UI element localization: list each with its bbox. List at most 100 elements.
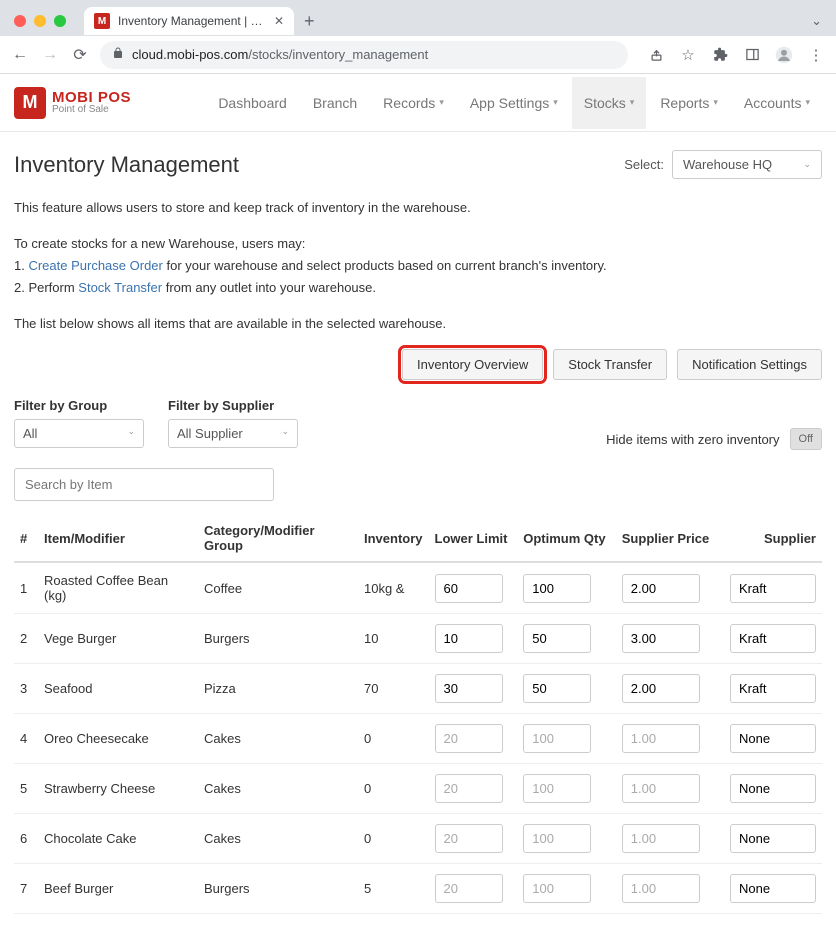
profile-icon[interactable]: [774, 45, 794, 65]
forward-button: →: [40, 45, 60, 65]
bookmark-icon[interactable]: ☆: [678, 45, 698, 65]
cell-category: Cakes: [198, 714, 358, 764]
lower-limit-input[interactable]: [435, 624, 503, 653]
browser-toolbar: ← → ⟳ cloud.mobi-pos.com/stocks/inventor…: [0, 36, 836, 74]
hide-zero-toggle[interactable]: Off: [790, 428, 822, 450]
nav-item-app-settings[interactable]: App Settings▾: [458, 77, 570, 129]
lower-limit-input[interactable]: [435, 674, 503, 703]
extensions-icon[interactable]: [710, 45, 730, 65]
filter-supplier-label: Filter by Supplier: [168, 398, 298, 413]
reload-button[interactable]: ⟳: [70, 45, 90, 65]
col-inventory: Inventory: [358, 515, 429, 562]
logo-subtitle: Point of Sale: [52, 105, 131, 115]
maximize-window-icon[interactable]: [54, 15, 66, 27]
cell-item: Oreo Cheesecake: [38, 714, 198, 764]
tab-strip: M Inventory Management | MobiP ✕ + ⌄: [0, 0, 836, 36]
supplier-price-input[interactable]: [622, 674, 700, 703]
lock-icon: [112, 47, 124, 62]
share-icon[interactable]: [646, 45, 666, 65]
cell-item: Strawberry Cheese: [38, 764, 198, 814]
optimum-qty-input[interactable]: [523, 574, 591, 603]
lower-limit-input[interactable]: [435, 724, 503, 753]
inventory-table: # Item/Modifier Category/Modifier Group …: [14, 515, 822, 914]
lower-limit-input[interactable]: [435, 574, 503, 603]
supplier-price-input[interactable]: [622, 574, 700, 603]
optimum-qty-input[interactable]: [523, 724, 591, 753]
optimum-qty-input[interactable]: [523, 774, 591, 803]
filter-supplier: Filter by Supplier All Supplier⌄: [168, 398, 298, 448]
supplier-input[interactable]: [730, 824, 816, 853]
chevron-down-icon: ⌄: [803, 159, 811, 170]
list-intro: The list below shows all items that are …: [14, 313, 822, 335]
optimum-qty-input[interactable]: [523, 824, 591, 853]
nav-item-branch[interactable]: Branch: [301, 77, 369, 129]
cell-item: Seafood: [38, 664, 198, 714]
new-tab-button[interactable]: +: [304, 11, 315, 32]
lower-limit-input[interactable]: [435, 824, 503, 853]
supplier-input[interactable]: [730, 774, 816, 803]
page-header: Inventory Management Select: Warehouse H…: [14, 150, 822, 179]
browser-chrome: M Inventory Management | MobiP ✕ + ⌄ ← →…: [0, 0, 836, 74]
menu-icon[interactable]: ⋮: [806, 45, 826, 65]
cell-num: 4: [14, 714, 38, 764]
instructions-header: To create stocks for a new Warehouse, us…: [14, 233, 822, 255]
supplier-price-input[interactable]: [622, 774, 700, 803]
table-row: 1Roasted Coffee Bean (kg)Coffee10kg &: [14, 562, 822, 614]
cell-category: Coffee: [198, 562, 358, 614]
tabs-menu-icon[interactable]: ⌄: [811, 13, 822, 29]
back-button[interactable]: ←: [10, 45, 30, 65]
supplier-input[interactable]: [730, 574, 816, 603]
nav-item-reports[interactable]: Reports▾: [648, 77, 730, 129]
close-tab-icon[interactable]: ✕: [274, 14, 284, 28]
chevron-down-icon: ⌄: [281, 426, 289, 441]
cell-num: 7: [14, 864, 38, 914]
supplier-input[interactable]: [730, 724, 816, 753]
supplier-price-input[interactable]: [622, 824, 700, 853]
action-buttons: Inventory Overview Stock Transfer Notifi…: [14, 349, 822, 380]
browser-tab[interactable]: M Inventory Management | MobiP ✕: [84, 7, 294, 35]
notification-settings-button[interactable]: Notification Settings: [677, 349, 822, 380]
optimum-qty-input[interactable]: [523, 624, 591, 653]
optimum-qty-input[interactable]: [523, 874, 591, 903]
instruction-1: 1. Create Purchase Order for your wareho…: [14, 255, 822, 277]
table-row: 4Oreo CheesecakeCakes0: [14, 714, 822, 764]
table-row: 7Beef BurgerBurgers5: [14, 864, 822, 914]
supplier-input[interactable]: [730, 874, 816, 903]
lower-limit-input[interactable]: [435, 874, 503, 903]
logo[interactable]: M MOBI POS Point of Sale: [14, 87, 131, 119]
lower-limit-input[interactable]: [435, 774, 503, 803]
search-input[interactable]: [14, 468, 274, 501]
filter-supplier-select[interactable]: All Supplier⌄: [168, 419, 298, 448]
minimize-window-icon[interactable]: [34, 15, 46, 27]
create-purchase-order-link[interactable]: Create Purchase Order: [28, 258, 162, 273]
cell-inventory: 5: [358, 864, 429, 914]
logo-brand: MOBI POS: [52, 90, 131, 105]
cell-category: Pizza: [198, 664, 358, 714]
filter-group-select[interactable]: All⌄: [14, 419, 144, 448]
cell-item: Roasted Coffee Bean (kg): [38, 562, 198, 614]
stock-transfer-link[interactable]: Stock Transfer: [78, 280, 162, 295]
cell-num: 5: [14, 764, 38, 814]
stock-transfer-button[interactable]: Stock Transfer: [553, 349, 667, 380]
warehouse-select[interactable]: Warehouse HQ ⌄: [672, 150, 822, 179]
supplier-price-input[interactable]: [622, 724, 700, 753]
supplier-input[interactable]: [730, 674, 816, 703]
nav-item-dashboard[interactable]: Dashboard: [206, 77, 299, 129]
address-bar[interactable]: cloud.mobi-pos.com/stocks/inventory_mana…: [100, 41, 628, 69]
optimum-qty-input[interactable]: [523, 674, 591, 703]
col-lower-limit: Lower Limit: [429, 515, 518, 562]
window-controls: [10, 15, 74, 27]
nav-item-accounts[interactable]: Accounts▾: [732, 77, 822, 129]
chevron-down-icon: ▾: [553, 97, 558, 108]
supplier-price-input[interactable]: [622, 624, 700, 653]
cell-inventory: 10: [358, 614, 429, 664]
supplier-price-input[interactable]: [622, 874, 700, 903]
nav-item-stocks[interactable]: Stocks▾: [572, 77, 647, 129]
inventory-overview-button[interactable]: Inventory Overview: [402, 349, 543, 380]
panel-icon[interactable]: [742, 45, 762, 65]
cell-item: Vege Burger: [38, 614, 198, 664]
close-window-icon[interactable]: [14, 15, 26, 27]
supplier-input[interactable]: [730, 624, 816, 653]
nav-item-records[interactable]: Records▾: [371, 77, 456, 129]
page-title: Inventory Management: [14, 152, 239, 178]
